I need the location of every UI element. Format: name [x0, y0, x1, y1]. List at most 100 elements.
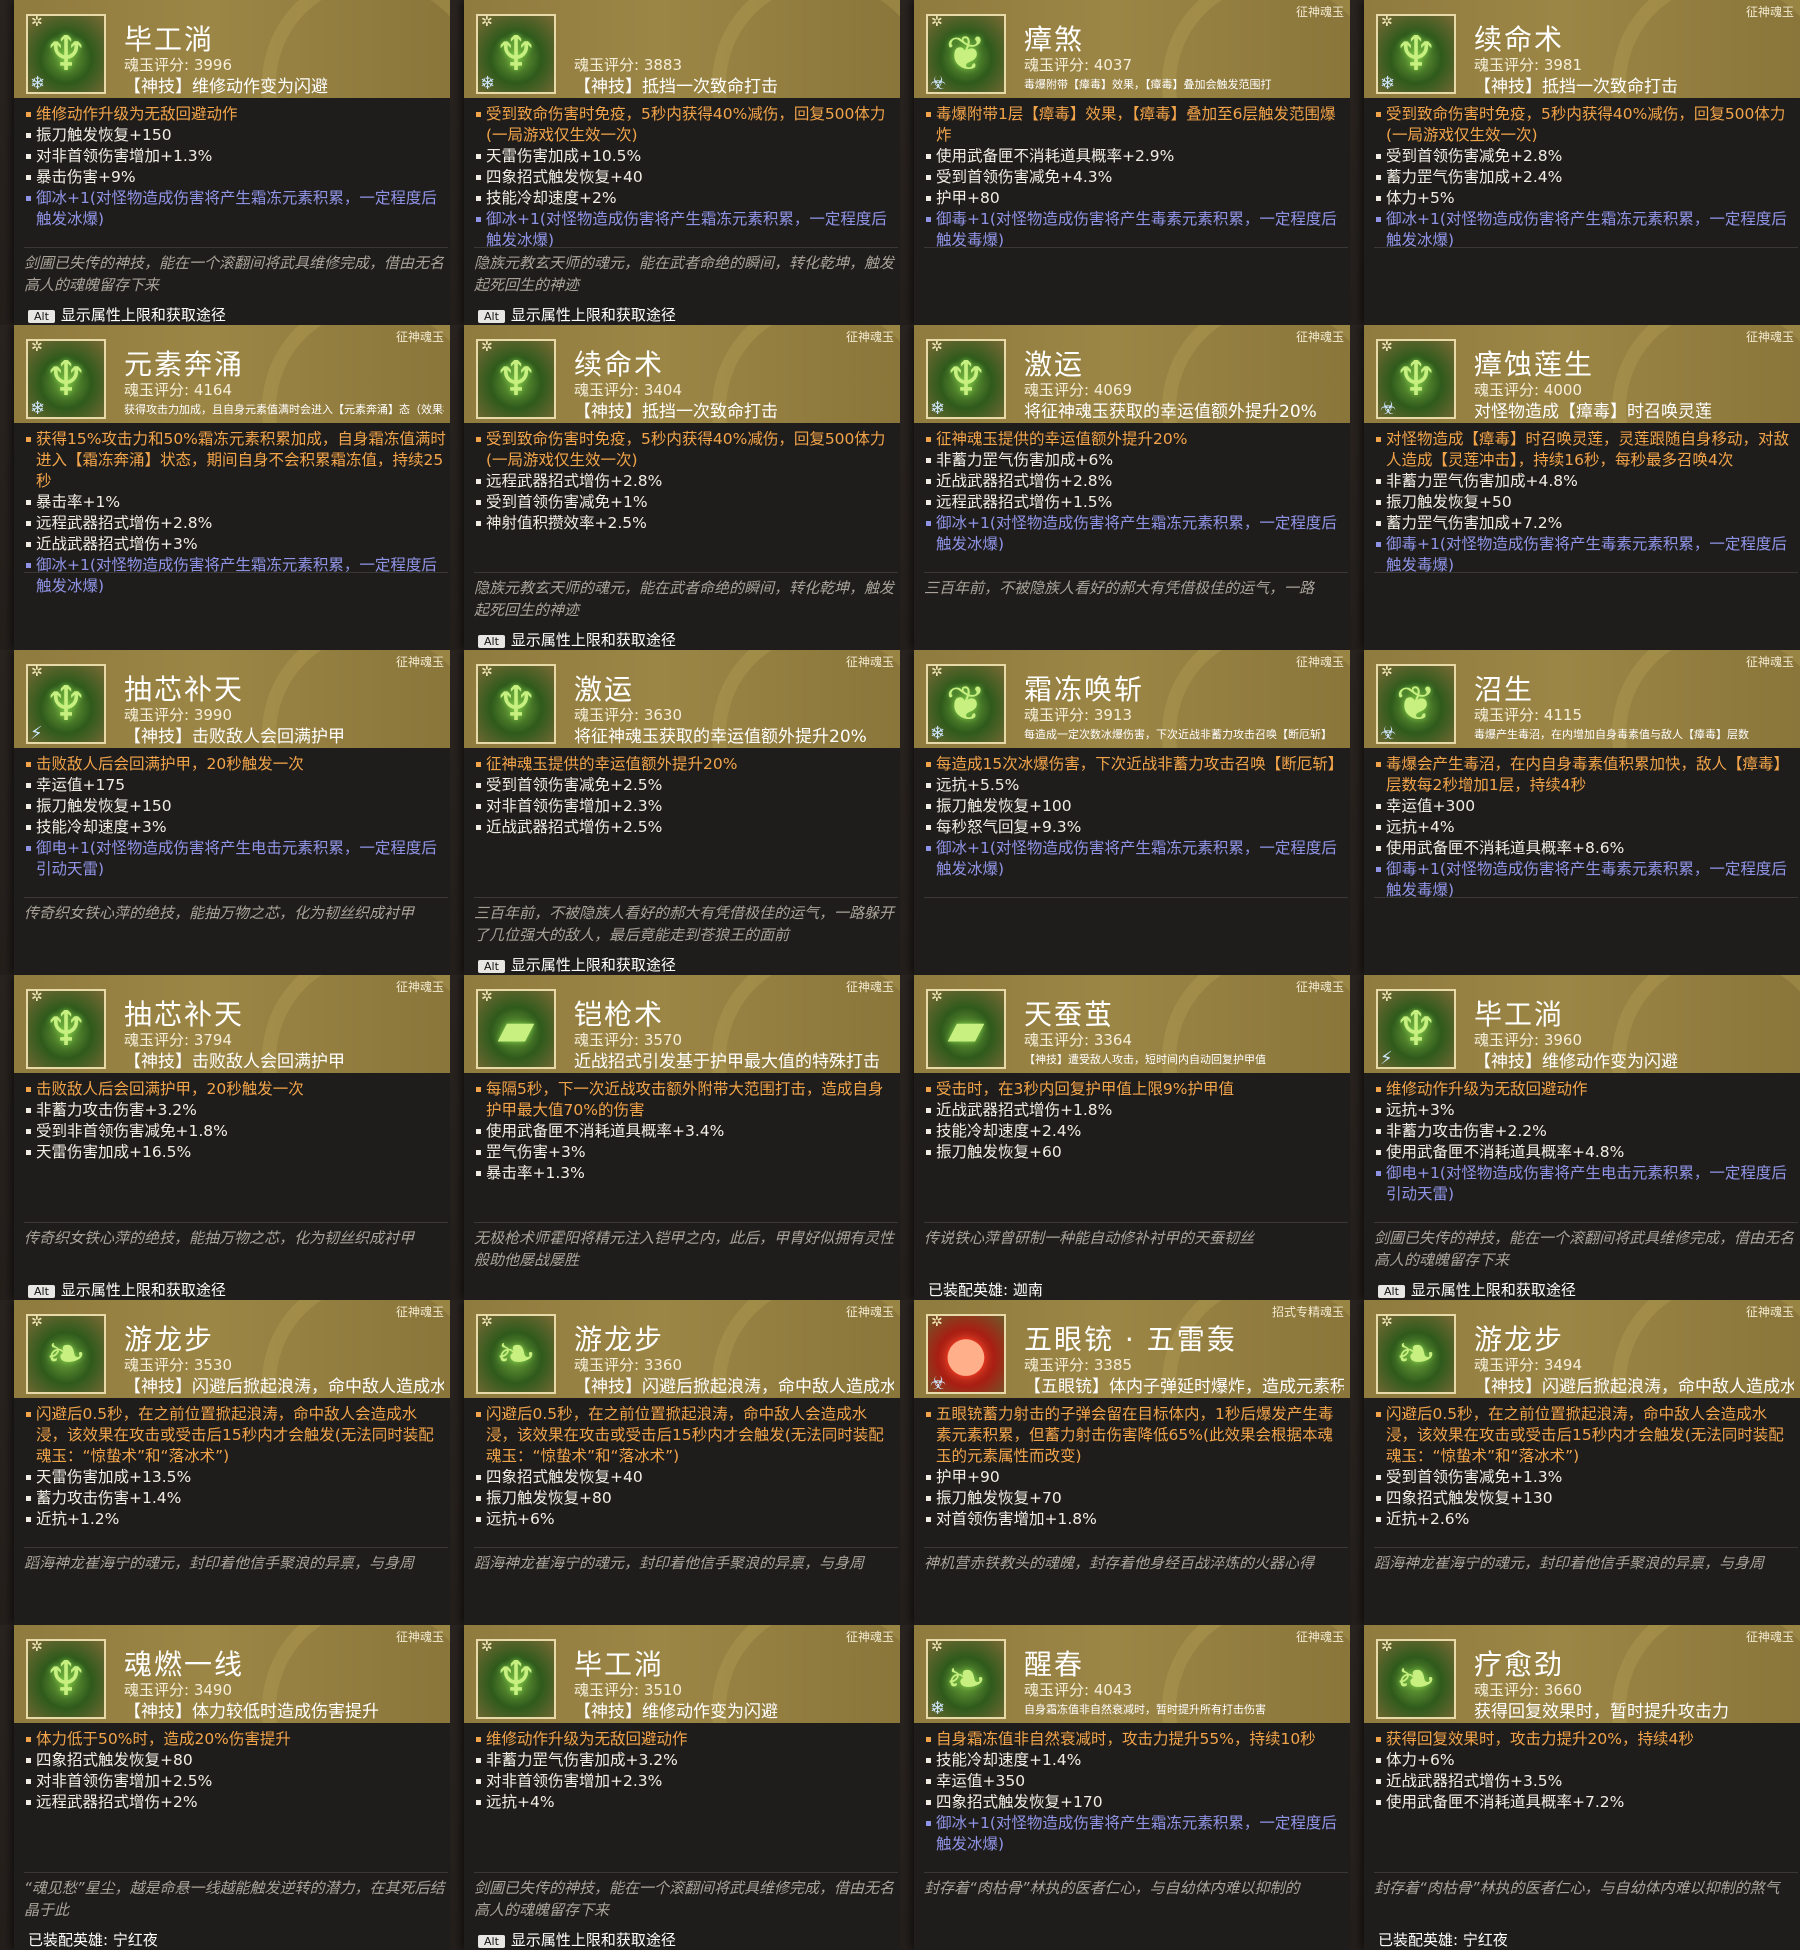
tooltip-header: 征神魂玉 ✲ ❦ ☣ 瘴煞 魂玉评分: 4037 毒爆附带【瘴毒】效果，【瘴毒】… [914, 0, 1350, 98]
ice-element-icon: ❄ [930, 723, 946, 744]
stat-line: 受到首领伤害减免+4.3% [924, 167, 1348, 188]
tooltip-footer[interactable]: Alt 显示属性上限和获取途径 [478, 954, 676, 975]
soul-jade-icon: ✲ ♆ [26, 989, 106, 1069]
tooltip-footer[interactable]: Alt 显示属性上限和获取途径 [28, 304, 226, 325]
lore-text: 剑圃已失传的神技，能在一个滚翻间将武具维修完成，借由无名高人的魂魄留存下来 [474, 1872, 898, 1921]
soul-jade-card[interactable]: 征神魂玉 ✲ ▰ 天蚕茧 魂玉评分: 3364 【神技】遭受敌人攻击，短时间内自… [900, 975, 1350, 1300]
tooltip-footer[interactable]: Alt 显示属性上限和获取途径 [478, 1929, 676, 1950]
jade-ability: 【神技】击败敌人会回满护甲 [124, 1052, 345, 1072]
footer-text: 已装配英雄: 宁红夜 [28, 1931, 158, 1949]
stat-line: 对非首领伤害增加+1.3% [24, 146, 448, 167]
stat-line: 受到首领伤害减免+2.5% [474, 775, 898, 796]
lore-text [1374, 247, 1798, 252]
lore-text: 神机营赤铁教头的魂魄，封存着他身经百战淬炼的火器心得 [924, 1547, 1348, 1574]
flame-icon: ♆ [44, 1001, 88, 1057]
tooltip-header: 征神魂玉 ✲ ❦ ☣ 沼生 魂玉评分: 4115 毒爆产生毒沼，在内增加自身毒素… [1364, 650, 1800, 748]
soul-jade-card[interactable]: 征神魂玉 ✲ ♆ 毕工淌 魂玉评分: 3510 【神技】维修动作变为闪避 维修动… [450, 1625, 900, 1950]
stat-line: 暴击率+1% [24, 492, 448, 513]
stat-line: 幸运值+350 [924, 1771, 1348, 1792]
stat-line: 使用武备匣不消耗道具概率+3.4% [474, 1121, 898, 1142]
jade-type-tag: 招式专精魂玉 [1271, 1305, 1344, 1319]
jade-name: 霜冻唤斩 [1024, 673, 1145, 706]
stat-line: 受到首领伤害减免+1.3% [1374, 1467, 1798, 1488]
tooltip-header: 征神魂玉 ✲ ❧ 疗愈劲 魂玉评分: 3660 获得回复效果时，暂时提升攻击力 [1364, 1625, 1800, 1723]
tooltip-footer[interactable]: Alt 显示属性上限和获取途径 [478, 629, 676, 650]
tooltip-footer[interactable]: 已装配英雄: 迦南 [928, 1279, 1043, 1300]
footer-text: 显示属性上限和获取途径 [60, 306, 226, 324]
tooltip-footer[interactable]: 已装配英雄: 宁红夜 [1378, 1929, 1508, 1950]
soul-jade-card[interactable]: 征神魂玉 ✲ ♆ 抽芯补天 魂玉评分: 3794 【神技】击败敌人会回满护甲 击… [0, 975, 450, 1300]
jade-name: 五眼铳 · 五雷轰 [1024, 1323, 1237, 1356]
soul-jade-card[interactable]: 征神魂玉 ✲ ❧ 游龙步 魂玉评分: 3530 【神技】闪避后掀起浪涛，命中敌人… [0, 1300, 450, 1625]
soul-jade-card[interactable]: ✲ ♆ ⚡ 毕工淌 魂玉评分: 3960 【神技】维修动作变为闪避 维修动作升级… [1350, 975, 1800, 1300]
stat-line: 受到非首领伤害减免+1.8% [24, 1121, 448, 1142]
ice-element-icon: ❄ [1380, 73, 1396, 94]
footer-text: 显示属性上限和获取途径 [510, 956, 676, 974]
jade-type-tag: 征神魂玉 [1745, 330, 1794, 344]
tooltip-header: 征神魂玉 ✲ ♆ 抽芯补天 魂玉评分: 3794 【神技】击败敌人会回满护甲 [14, 975, 450, 1073]
soul-jade-card[interactable]: ✲ ♆ ❄ 毕工淌 魂玉评分: 3996 【神技】维修动作变为闪避 维修动作升级… [0, 0, 450, 325]
stat-line: 近战武器招式增伤+3.5% [1374, 1771, 1798, 1792]
jade-type-tag: 征神魂玉 [1295, 5, 1344, 19]
attribute-list: 击败敌人后会回满护甲，20秒触发一次 非蓄力攻击伤害+3.2% 受到非首领伤害减免+… [24, 1079, 448, 1163]
jade-ability: 自身霜冻值非自然衰减时，暂时提升所有打击伤害 [1024, 1703, 1266, 1716]
tooltip-footer[interactable]: Alt 显示属性上限和获取途径 [28, 1279, 226, 1300]
stat-line: 蓄力罡气伤害加成+2.4% [1374, 167, 1798, 188]
soul-jade-card[interactable]: 征神魂玉 ✲ ♆ ❄ 激运 魂玉评分: 4069 将征神魂玉获取的幸运值额外提升… [900, 325, 1350, 650]
tooltip-panel: 征神魂玉 ✲ ♆ ❄ 元素奔涌 魂玉评分: 4164 获得攻击力加成，且自身元素… [14, 325, 450, 650]
tooltip-footer[interactable]: 已装配英雄: 宁红夜 [28, 1929, 158, 1950]
attribute-list: 维修动作升级为无敌回避动作 振刀触发恢复+150 对非首领伤害增加+1.3% 暴击伤害… [24, 104, 448, 230]
element-effect-line: 御冰+1(对怪物造成伤害将产生霜冻元素积累，一定程度后触发冰爆) [474, 209, 898, 251]
stat-line: 技能冷却速度+1.4% [924, 1750, 1348, 1771]
soul-jade-card[interactable]: 征神魂玉 ✲ ♆ ⚡ 抽芯补天 魂玉评分: 3990 【神技】击败敌人会回满护甲… [0, 650, 450, 975]
soul-jade-card[interactable]: 征神魂玉 ✲ ❧ 游龙步 魂玉评分: 3360 【神技】闪避后掀起浪涛，命中敌人… [450, 1300, 900, 1625]
soul-jade-card[interactable]: 征神魂玉 ✲ ❧ 游龙步 魂玉评分: 3494 【神技】闪避后掀起浪涛，命中敌人… [1350, 1300, 1800, 1625]
jade-ability: 近战招式引发基于护甲最大值的特殊打击 [574, 1052, 880, 1072]
main-effect-line: 维修动作升级为无敌回避动作 [1374, 1079, 1798, 1100]
main-effect-line: 毒爆会产生毒沼，在内自身毒素值积累加快，敌人【瘴毒】层数每2秒增加1层，持续4秒 [1374, 754, 1798, 796]
stat-line: 幸运值+300 [1374, 796, 1798, 817]
thunder-element-icon: ⚡ [30, 723, 43, 744]
soul-jade-card[interactable]: 征神魂玉 ✲ ♆ 激运 魂玉评分: 3630 将征神魂玉获取的幸运值额外提升20… [450, 650, 900, 975]
alt-key-badge: Alt [28, 1285, 55, 1298]
footer-text: 已装配英雄: 宁红夜 [1378, 1931, 1508, 1949]
stat-line: 每秒怒气回复+9.3% [924, 817, 1348, 838]
soul-jade-grid: ✲ ♆ ❄ 毕工淌 魂玉评分: 3996 【神技】维修动作变为闪避 维修动作升级… [0, 0, 1800, 1950]
tooltip-footer[interactable]: Alt 显示属性上限和获取途径 [1378, 1279, 1576, 1300]
tooltip-footer[interactable]: Alt 显示属性上限和获取途径 [478, 304, 676, 325]
jade-type-tag: 征神魂玉 [395, 1630, 444, 1644]
poison-element-icon: ☣ [1380, 723, 1397, 744]
tooltip-panel: 征神魂玉 ✲ ❦ ☣ 沼生 魂玉评分: 4115 毒爆产生毒沼，在内增加自身毒素… [1364, 650, 1800, 975]
alt-key-badge: Alt [1378, 1285, 1405, 1298]
soul-jade-card[interactable]: 征神魂玉 ✲ ❦ ☣ 瘴煞 魂玉评分: 4037 毒爆附带【瘴毒】效果，【瘴毒】… [900, 0, 1350, 325]
soul-jade-card[interactable]: 征神魂玉 ✲ ♆ ☣ 瘴蚀莲生 魂玉评分: 4000 对怪物造成【瘴毒】时召唤灵… [1350, 325, 1800, 650]
soul-jade-card[interactable]: ✲ ♆ ❄ 魂玉评分: 3883 【神技】抵挡一次致命打击 受到致命伤害时免疫，… [450, 0, 900, 325]
jade-ability: 【神技】击败敌人会回满护甲 [124, 727, 345, 747]
soul-jade-icon: ✲ ❧ [1376, 1314, 1456, 1394]
soul-jade-card[interactable]: 征神魂玉 ✲ ♆ 魂燃一线 魂玉评分: 3490 【神技】体力较低时造成伤害提升… [0, 1625, 450, 1950]
lore-text: 三百年前，不被隐族人看好的郝大有凭借极佳的运气，一路躲开了几位强大的敌人，最后竟… [474, 897, 898, 946]
soul-jade-card[interactable]: 征神魂玉 ✲ ❦ ❄ 霜冻唤斩 魂玉评分: 3913 每造成一定次数冰爆伤害，下… [900, 650, 1350, 975]
soul-jade-card[interactable]: 征神魂玉 ✲ ❧ ❄ 醒春 魂玉评分: 4043 自身霜冻值非自然衰减时，暂时提… [900, 1625, 1350, 1950]
tooltip-panel: 征神魂玉 ✲ ❦ ☣ 瘴煞 魂玉评分: 4037 毒爆附带【瘴毒】效果，【瘴毒】… [914, 0, 1350, 325]
lore-text [1374, 572, 1798, 577]
attribute-list: 维修动作升级为无敌回避动作 远抗+3% 非蓄力攻击伤害+2.2% 使用武备匣不消耗道具… [1374, 1079, 1798, 1205]
jade-name: 激运 [1024, 348, 1085, 381]
jade-score: 魂玉评分: 3913 [1024, 706, 1132, 724]
main-effect-line: 五眼铳蓄力射击的子弹会留在目标体内，1秒后爆发产生毒素元素积累，但蓄力射击伤害降… [924, 1404, 1348, 1467]
flame-icon: ♆ [494, 1651, 538, 1707]
thunder-element-icon: ⚡ [1380, 1048, 1393, 1069]
soul-jade-card[interactable]: 征神魂玉 ✲ ♆ 续命术 魂玉评分: 3404 【神技】抵挡一次致命打击 受到致… [450, 325, 900, 650]
soul-jade-card[interactable]: 征神魂玉 ✲ ♆ ❄ 元素奔涌 魂玉评分: 4164 获得攻击力加成，且自身元素… [0, 325, 450, 650]
jade-ability: 获得回复效果时，暂时提升攻击力 [1474, 1702, 1729, 1722]
soul-jade-card[interactable]: 招式专精魂玉 ✲ ● ☣ 五眼铳 · 五雷轰 魂玉评分: 3385 【五眼铳】体… [900, 1300, 1350, 1625]
jade-ability: 将征神魂玉获取的幸运值额外提升20% [574, 727, 867, 747]
stat-line: 使用武备匣不消耗道具概率+8.6% [1374, 838, 1798, 859]
main-effect-line: 对怪物造成【瘴毒】时召唤灵莲，灵莲跟随自身移动，对敌人造成【灵莲冲击】，持续16… [1374, 429, 1798, 471]
soul-jade-card[interactable]: 征神魂玉 ✲ ♆ ❄ 续命术 魂玉评分: 3981 【神技】抵挡一次致命打击 受… [1350, 0, 1800, 325]
soul-jade-card[interactable]: 征神魂玉 ✲ ❦ ☣ 沼生 魂玉评分: 4115 毒爆产生毒沼，在内增加自身毒素… [1350, 650, 1800, 975]
soul-jade-card[interactable]: 征神魂玉 ✲ ▰ 铠枪术 魂玉评分: 3570 近战招式引发基于护甲最大值的特殊… [450, 975, 900, 1300]
stat-line: 对非首领伤害增加+2.3% [474, 1771, 898, 1792]
soul-jade-card[interactable]: 征神魂玉 ✲ ❧ 疗愈劲 魂玉评分: 3660 获得回复效果时，暂时提升攻击力 … [1350, 1625, 1800, 1950]
feather-icon: ❧ [495, 1326, 537, 1382]
